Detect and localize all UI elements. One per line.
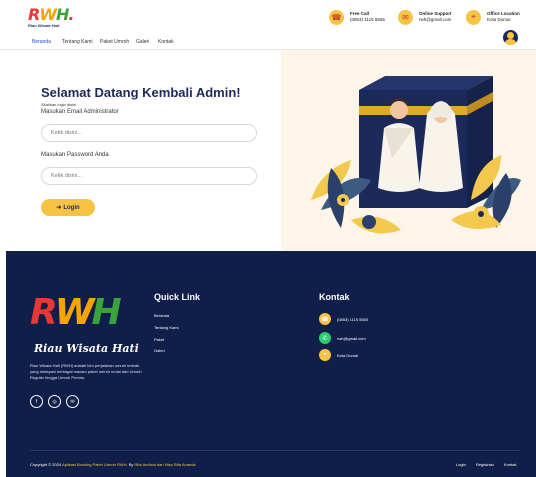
hajj-illustration bbox=[311, 76, 521, 234]
footer-contact-link[interactable]: Kontak bbox=[504, 462, 516, 467]
header-free-call[interactable]: ☎ Free Call (0853) 1115 5555 bbox=[329, 8, 385, 26]
phone-icon: ☎ bbox=[319, 313, 331, 325]
login-panel bbox=[7, 50, 281, 251]
nav-item-beranda[interactable]: Beranda bbox=[32, 39, 51, 45]
hero-illustration-panel bbox=[281, 50, 536, 251]
login-subtitle: Silahkan login disini bbox=[41, 102, 77, 107]
contact-location[interactable]: ⌖ Kota Dumai bbox=[319, 349, 358, 361]
login-title: Selamat Datang Kembali Admin! bbox=[41, 85, 241, 100]
contact-email[interactable]: ✆ rwh@gmail.com bbox=[319, 332, 366, 344]
location-icon: ⌖ bbox=[466, 9, 481, 25]
footer-logo-wordmark: RWH bbox=[30, 292, 122, 333]
contact-phone-text: (0853) 1115 5555 bbox=[337, 316, 368, 322]
brand-logo[interactable]: RWH. Riau Wisata Hati bbox=[28, 5, 74, 28]
top-header: RWH. Riau Wisata Hati ☎ Free Call (0853)… bbox=[0, 0, 536, 36]
user-avatar-icon[interactable] bbox=[503, 30, 518, 45]
footer-login-link[interactable]: Login bbox=[456, 462, 466, 467]
free-call-value: (0853) 1115 5555 bbox=[350, 17, 385, 22]
phone-icon: ☎ bbox=[329, 9, 344, 25]
mail-icon: ✉ bbox=[398, 9, 413, 25]
footer-divider bbox=[30, 450, 520, 451]
quick-link-tentang-kami[interactable]: Tentang Kami bbox=[154, 325, 178, 330]
nav-item-kontak[interactable]: Kontak bbox=[158, 39, 174, 45]
email-label: Masukan Email Administrator bbox=[41, 109, 119, 115]
footer-logo-tagline: Riau Wisata Hati bbox=[34, 342, 139, 355]
contact-title: Kontak bbox=[319, 292, 350, 302]
copyright-text: Copyright © 2024 Aplikasi Booking Paket … bbox=[30, 462, 196, 467]
email-field[interactable]: Ketik disini... bbox=[41, 124, 257, 142]
quick-link-title: Quick Link bbox=[154, 292, 201, 302]
quick-link-galeri[interactable]: Galeri bbox=[154, 348, 165, 353]
online-support-value: rwh@gmail.com bbox=[419, 17, 452, 22]
facebook-icon[interactable]: f bbox=[30, 395, 43, 408]
password-label: Masukan Password Anda bbox=[41, 152, 109, 158]
email-icon[interactable]: ✉ bbox=[66, 395, 79, 408]
nav-item-tentang-kami[interactable]: Tentang Kami bbox=[62, 39, 93, 45]
login-icon: ➜ bbox=[56, 205, 62, 211]
password-field[interactable]: Ketik disini... bbox=[41, 167, 257, 185]
footer-register-link[interactable]: Registrasi bbox=[476, 462, 494, 467]
login-button-label: Login bbox=[63, 204, 80, 211]
contact-location-text: Kota Dumai bbox=[337, 352, 358, 358]
nav-item-galeri[interactable]: Galeri bbox=[136, 39, 149, 45]
main-nav: Beranda Tentang Kami Paket Umroh Galeri … bbox=[0, 36, 536, 50]
logo-wordmark: RWH. bbox=[28, 5, 74, 24]
instagram-icon[interactable]: ◎ bbox=[48, 395, 61, 408]
office-location-value: Kota Dumai bbox=[487, 17, 511, 22]
whatsapp-icon: ✆ bbox=[319, 332, 331, 344]
location-icon: ⌖ bbox=[319, 349, 331, 361]
header-online-support[interactable]: ✉ Online Support rwh@gmail.com bbox=[398, 8, 452, 26]
quick-link-paket[interactable]: Paket bbox=[154, 337, 164, 342]
header-office-location[interactable]: ⌖ Office Location Kota Dumai bbox=[466, 8, 520, 26]
contact-phone[interactable]: ☎ (0853) 1115 5555 bbox=[319, 313, 368, 325]
contact-email-text: rwh@gmail.com bbox=[337, 335, 366, 341]
login-button[interactable]: ➜ Login bbox=[41, 199, 95, 216]
nav-item-paket-umroh[interactable]: Paket Umroh bbox=[100, 39, 129, 45]
footer-description: Riau Wisata Hati (RWH) adalah biro perja… bbox=[30, 363, 142, 380]
footer-logo: RWH Riau Wisata Hati bbox=[30, 292, 139, 355]
quick-link-beranda[interactable]: Beranda bbox=[154, 313, 169, 318]
